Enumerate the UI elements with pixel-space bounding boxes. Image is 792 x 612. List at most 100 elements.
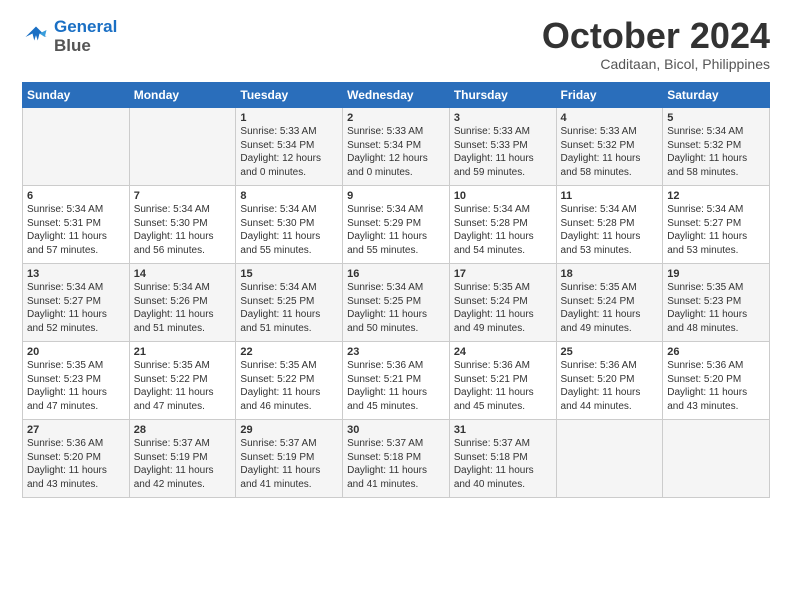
calendar-cell [23, 108, 130, 186]
week-row-4: 27Sunrise: 5:36 AM Sunset: 5:20 PM Dayli… [23, 420, 770, 498]
day-content: Sunrise: 5:34 AM Sunset: 5:27 PM Dayligh… [667, 203, 765, 257]
calendar-cell: 15Sunrise: 5:34 AM Sunset: 5:25 PM Dayli… [236, 264, 343, 342]
logo: General Blue [22, 18, 117, 55]
calendar-cell: 24Sunrise: 5:36 AM Sunset: 5:21 PM Dayli… [449, 342, 556, 420]
calendar-cell: 12Sunrise: 5:34 AM Sunset: 5:27 PM Dayli… [663, 186, 770, 264]
header-sunday: Sunday [23, 83, 130, 108]
calendar-cell: 9Sunrise: 5:34 AM Sunset: 5:29 PM Daylig… [343, 186, 450, 264]
day-content: Sunrise: 5:35 AM Sunset: 5:23 PM Dayligh… [27, 359, 125, 413]
logo-bird-icon [22, 23, 50, 51]
week-row-1: 6Sunrise: 5:34 AM Sunset: 5:31 PM Daylig… [23, 186, 770, 264]
day-number: 31 [454, 424, 552, 436]
calendar-header: SundayMondayTuesdayWednesdayThursdayFrid… [23, 83, 770, 108]
day-number: 9 [347, 190, 445, 202]
day-content: Sunrise: 5:36 AM Sunset: 5:20 PM Dayligh… [561, 359, 659, 413]
day-content: Sunrise: 5:35 AM Sunset: 5:24 PM Dayligh… [561, 281, 659, 335]
calendar-cell: 3Sunrise: 5:33 AM Sunset: 5:33 PM Daylig… [449, 108, 556, 186]
calendar-cell: 2Sunrise: 5:33 AM Sunset: 5:34 PM Daylig… [343, 108, 450, 186]
day-number: 18 [561, 268, 659, 280]
day-content: Sunrise: 5:33 AM Sunset: 5:32 PM Dayligh… [561, 125, 659, 179]
day-content: Sunrise: 5:34 AM Sunset: 5:28 PM Dayligh… [561, 203, 659, 257]
header-friday: Friday [556, 83, 663, 108]
calendar-cell: 11Sunrise: 5:34 AM Sunset: 5:28 PM Dayli… [556, 186, 663, 264]
week-row-3: 20Sunrise: 5:35 AM Sunset: 5:23 PM Dayli… [23, 342, 770, 420]
day-number: 27 [27, 424, 125, 436]
calendar-cell: 26Sunrise: 5:36 AM Sunset: 5:20 PM Dayli… [663, 342, 770, 420]
day-number: 12 [667, 190, 765, 202]
day-content: Sunrise: 5:33 AM Sunset: 5:34 PM Dayligh… [240, 125, 338, 179]
day-number: 21 [134, 346, 232, 358]
day-content: Sunrise: 5:34 AM Sunset: 5:32 PM Dayligh… [667, 125, 765, 179]
day-number: 3 [454, 112, 552, 124]
header-thursday: Thursday [449, 83, 556, 108]
calendar-cell: 20Sunrise: 5:35 AM Sunset: 5:23 PM Dayli… [23, 342, 130, 420]
header-wednesday: Wednesday [343, 83, 450, 108]
day-number: 26 [667, 346, 765, 358]
header: General Blue October 2024 Caditaan, Bico… [22, 18, 770, 72]
calendar-cell: 30Sunrise: 5:37 AM Sunset: 5:18 PM Dayli… [343, 420, 450, 498]
day-number: 16 [347, 268, 445, 280]
day-number: 28 [134, 424, 232, 436]
day-content: Sunrise: 5:35 AM Sunset: 5:22 PM Dayligh… [134, 359, 232, 413]
day-content: Sunrise: 5:34 AM Sunset: 5:25 PM Dayligh… [347, 281, 445, 335]
calendar-cell: 17Sunrise: 5:35 AM Sunset: 5:24 PM Dayli… [449, 264, 556, 342]
calendar-cell: 8Sunrise: 5:34 AM Sunset: 5:30 PM Daylig… [236, 186, 343, 264]
day-number: 11 [561, 190, 659, 202]
day-number: 14 [134, 268, 232, 280]
day-content: Sunrise: 5:34 AM Sunset: 5:28 PM Dayligh… [454, 203, 552, 257]
day-content: Sunrise: 5:37 AM Sunset: 5:19 PM Dayligh… [240, 437, 338, 491]
calendar-body: 1Sunrise: 5:33 AM Sunset: 5:34 PM Daylig… [23, 108, 770, 498]
calendar-cell: 31Sunrise: 5:37 AM Sunset: 5:18 PM Dayli… [449, 420, 556, 498]
calendar-cell: 27Sunrise: 5:36 AM Sunset: 5:20 PM Dayli… [23, 420, 130, 498]
day-content: Sunrise: 5:33 AM Sunset: 5:33 PM Dayligh… [454, 125, 552, 179]
calendar-cell: 14Sunrise: 5:34 AM Sunset: 5:26 PM Dayli… [129, 264, 236, 342]
page: General Blue October 2024 Caditaan, Bico… [0, 0, 792, 510]
calendar-cell: 13Sunrise: 5:34 AM Sunset: 5:27 PM Dayli… [23, 264, 130, 342]
day-number: 7 [134, 190, 232, 202]
day-content: Sunrise: 5:36 AM Sunset: 5:20 PM Dayligh… [27, 437, 125, 491]
day-content: Sunrise: 5:36 AM Sunset: 5:20 PM Dayligh… [667, 359, 765, 413]
month-title: October 2024 [542, 18, 770, 54]
header-row: SundayMondayTuesdayWednesdayThursdayFrid… [23, 83, 770, 108]
day-number: 20 [27, 346, 125, 358]
calendar-cell: 5Sunrise: 5:34 AM Sunset: 5:32 PM Daylig… [663, 108, 770, 186]
day-number: 15 [240, 268, 338, 280]
week-row-0: 1Sunrise: 5:33 AM Sunset: 5:34 PM Daylig… [23, 108, 770, 186]
day-content: Sunrise: 5:37 AM Sunset: 5:19 PM Dayligh… [134, 437, 232, 491]
calendar-cell: 4Sunrise: 5:33 AM Sunset: 5:32 PM Daylig… [556, 108, 663, 186]
day-number: 8 [240, 190, 338, 202]
day-content: Sunrise: 5:33 AM Sunset: 5:34 PM Dayligh… [347, 125, 445, 179]
day-content: Sunrise: 5:37 AM Sunset: 5:18 PM Dayligh… [347, 437, 445, 491]
logo-text: General Blue [54, 18, 117, 55]
title-block: October 2024 Caditaan, Bicol, Philippine… [542, 18, 770, 72]
header-tuesday: Tuesday [236, 83, 343, 108]
day-number: 24 [454, 346, 552, 358]
calendar-cell: 16Sunrise: 5:34 AM Sunset: 5:25 PM Dayli… [343, 264, 450, 342]
day-content: Sunrise: 5:35 AM Sunset: 5:22 PM Dayligh… [240, 359, 338, 413]
day-number: 4 [561, 112, 659, 124]
day-content: Sunrise: 5:34 AM Sunset: 5:30 PM Dayligh… [240, 203, 338, 257]
day-number: 13 [27, 268, 125, 280]
calendar-cell: 29Sunrise: 5:37 AM Sunset: 5:19 PM Dayli… [236, 420, 343, 498]
day-content: Sunrise: 5:35 AM Sunset: 5:23 PM Dayligh… [667, 281, 765, 335]
header-saturday: Saturday [663, 83, 770, 108]
location: Caditaan, Bicol, Philippines [542, 56, 770, 72]
calendar-cell: 23Sunrise: 5:36 AM Sunset: 5:21 PM Dayli… [343, 342, 450, 420]
day-content: Sunrise: 5:34 AM Sunset: 5:26 PM Dayligh… [134, 281, 232, 335]
day-content: Sunrise: 5:36 AM Sunset: 5:21 PM Dayligh… [347, 359, 445, 413]
calendar-cell: 6Sunrise: 5:34 AM Sunset: 5:31 PM Daylig… [23, 186, 130, 264]
day-number: 23 [347, 346, 445, 358]
calendar-cell: 22Sunrise: 5:35 AM Sunset: 5:22 PM Dayli… [236, 342, 343, 420]
day-content: Sunrise: 5:36 AM Sunset: 5:21 PM Dayligh… [454, 359, 552, 413]
day-number: 10 [454, 190, 552, 202]
calendar-table: SundayMondayTuesdayWednesdayThursdayFrid… [22, 82, 770, 498]
day-number: 6 [27, 190, 125, 202]
day-number: 1 [240, 112, 338, 124]
day-content: Sunrise: 5:34 AM Sunset: 5:29 PM Dayligh… [347, 203, 445, 257]
day-number: 19 [667, 268, 765, 280]
day-number: 2 [347, 112, 445, 124]
calendar-cell: 7Sunrise: 5:34 AM Sunset: 5:30 PM Daylig… [129, 186, 236, 264]
day-content: Sunrise: 5:34 AM Sunset: 5:27 PM Dayligh… [27, 281, 125, 335]
day-number: 22 [240, 346, 338, 358]
calendar-cell: 1Sunrise: 5:33 AM Sunset: 5:34 PM Daylig… [236, 108, 343, 186]
